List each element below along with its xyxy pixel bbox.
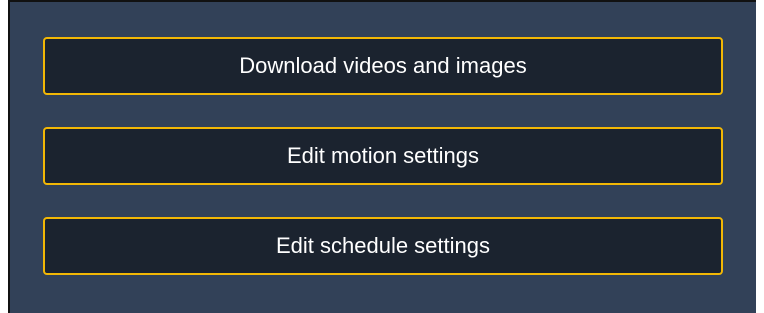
settings-menu-panel: Download videos and images Edit motion s…	[8, 0, 756, 313]
edit-motion-settings-button[interactable]: Edit motion settings	[43, 127, 723, 185]
edit-schedule-settings-button[interactable]: Edit schedule settings	[43, 217, 723, 275]
download-videos-and-images-button[interactable]: Download videos and images	[43, 37, 723, 95]
